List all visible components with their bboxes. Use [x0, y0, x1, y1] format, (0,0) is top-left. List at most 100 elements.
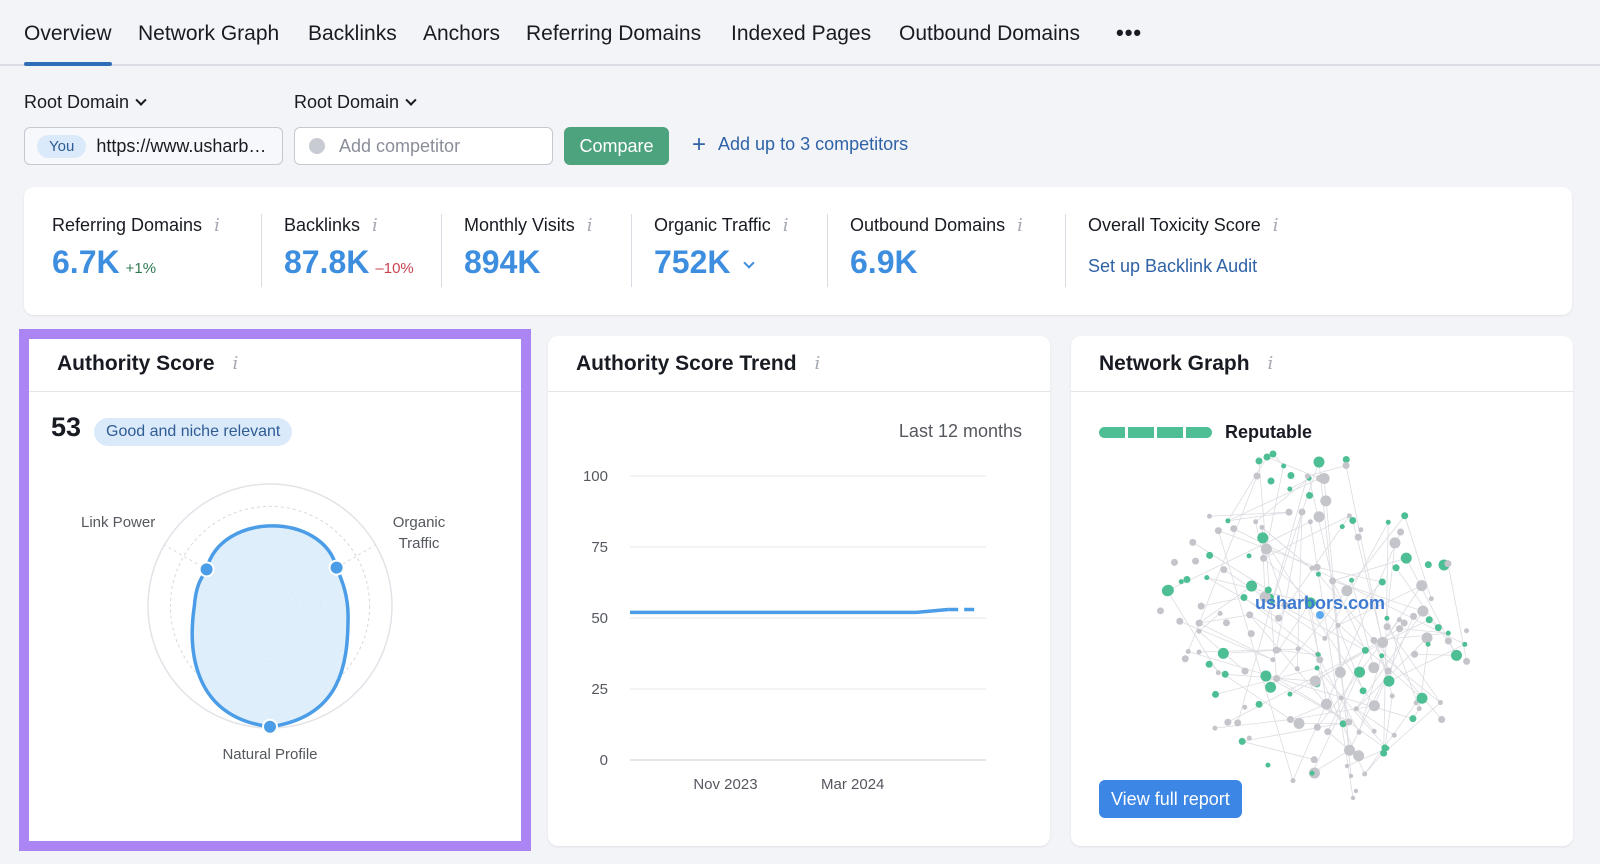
tab-backlinks[interactable]: Backlinks — [308, 22, 397, 46]
graph-edge — [1384, 695, 1393, 748]
graph-node-reputable — [1178, 579, 1184, 585]
graph-node — [1313, 723, 1321, 731]
chevron-down-icon[interactable] — [742, 257, 755, 269]
info-icon[interactable]: i — [587, 215, 593, 236]
y-tick-label: 50 — [591, 610, 608, 627]
graph-node — [1313, 563, 1321, 571]
network-graph[interactable]: usharbors.com — [1071, 336, 1573, 846]
graph-node — [1286, 715, 1294, 723]
graph-node-reputable — [1359, 687, 1367, 695]
graph-node — [1189, 538, 1197, 546]
graph-node-reputable — [1424, 561, 1432, 569]
competitor-scope-dropdown[interactable]: Root Domain — [294, 92, 417, 113]
radar-point-natural-profile[interactable] — [262, 718, 278, 735]
graph-node-reputable — [1450, 649, 1462, 661]
graph-node — [1253, 472, 1261, 480]
tab-referring-domains[interactable]: Referring Domains — [526, 22, 701, 46]
graph-node — [1463, 628, 1469, 634]
graph-node — [1444, 637, 1452, 645]
metric-label: Overall Toxicity Score — [1088, 215, 1261, 235]
graph-node — [1370, 636, 1378, 644]
info-icon[interactable]: i — [1273, 215, 1279, 236]
graph-node — [1260, 554, 1268, 562]
graph-node — [1170, 558, 1178, 566]
metric-referring-domains: Referring Domains i 6.7K +1% — [52, 215, 220, 281]
graph-node — [1438, 716, 1446, 724]
metric-value[interactable]: 87.8K — [284, 244, 369, 281]
view-full-report-button[interactable]: View full report — [1099, 780, 1242, 818]
graph-node — [1242, 704, 1248, 710]
graph-node — [1391, 732, 1397, 738]
graph-node — [1260, 543, 1272, 555]
you-scope-dropdown[interactable]: Root Domain — [24, 92, 147, 113]
tab-network-graph[interactable]: Network Graph — [138, 22, 279, 46]
graph-node — [1259, 524, 1265, 530]
graph-node — [1290, 778, 1296, 784]
graph-node — [1215, 670, 1221, 676]
graph-node — [1353, 706, 1359, 712]
graph-edge — [1364, 702, 1417, 775]
graph-node — [1192, 557, 1200, 565]
graph-node — [1389, 693, 1395, 699]
graph-edge — [1383, 702, 1441, 754]
graph-edge — [1167, 590, 1219, 673]
info-icon[interactable]: i — [783, 215, 789, 236]
graph-node — [1338, 695, 1344, 701]
graph-node — [1437, 700, 1443, 706]
add-competitors-link[interactable]: + Add up to 3 competitors — [692, 132, 908, 156]
graph-node-reputable — [1206, 551, 1214, 559]
graph-node — [1411, 650, 1419, 658]
radar-point-organic-traffic[interactable] — [328, 559, 345, 576]
graph-node — [1295, 646, 1301, 652]
radar-axis-label-link-power: Link Power — [81, 514, 155, 531]
tab-indexed-pages[interactable]: Indexed Pages — [731, 22, 871, 46]
graph-node — [1234, 719, 1242, 727]
graph-node — [1348, 773, 1354, 779]
graph-node — [1293, 717, 1305, 729]
graph-node — [1310, 756, 1318, 764]
metric-value[interactable]: 6.9K — [850, 244, 918, 281]
setup-backlink-audit-link[interactable]: Set up Backlink Audit — [1088, 256, 1279, 277]
competitor-field[interactable] — [294, 127, 553, 165]
graph-node — [1397, 528, 1405, 536]
graph-node-reputable — [1246, 553, 1252, 559]
info-icon[interactable]: i — [1017, 215, 1023, 236]
radar-point-link-power[interactable] — [198, 561, 215, 578]
graph-node-reputable — [1409, 715, 1417, 723]
graph-node-reputable — [1378, 578, 1386, 586]
graph-node — [1353, 750, 1365, 762]
you-domain-field[interactable]: You https://www.usharbors.com/ — [24, 127, 283, 165]
metrics-card: Referring Domains i 6.7K +1% Backlinks i 87… — [24, 187, 1572, 315]
tab-anchors[interactable]: Anchors — [423, 22, 500, 46]
graph-node — [1197, 602, 1205, 610]
graph-node-reputable — [1260, 670, 1272, 682]
graph-node-reputable — [1434, 624, 1442, 632]
y-tick-label: 0 — [600, 752, 608, 769]
graph-node — [1358, 527, 1364, 533]
graph-edge — [1414, 653, 1457, 656]
info-icon[interactable]: i — [233, 353, 239, 374]
tab-overview[interactable]: Overview — [24, 22, 112, 66]
graph-node — [1185, 648, 1191, 654]
graph-node — [1335, 622, 1341, 628]
metric-value[interactable]: 752K — [654, 244, 731, 281]
graph-node-reputable — [1267, 477, 1275, 485]
graph-node — [1410, 612, 1418, 620]
graph-node — [1362, 771, 1368, 777]
graph-node-reputable — [1212, 690, 1220, 698]
graph-node-reputable — [1257, 532, 1269, 544]
info-icon[interactable]: i — [214, 215, 220, 236]
compare-button[interactable]: Compare — [564, 127, 669, 165]
you-url[interactable]: https://www.usharbors.com/ — [96, 136, 271, 157]
info-icon[interactable]: i — [372, 215, 378, 236]
metric-value[interactable]: 6.7K — [52, 244, 120, 281]
graph-node — [1222, 619, 1230, 627]
metric-value[interactable]: 894K — [464, 244, 541, 281]
more-tabs-icon[interactable]: ••• — [1116, 20, 1142, 46]
graph-node — [1304, 473, 1310, 479]
graph-node — [1217, 610, 1223, 616]
tab-outbound-domains[interactable]: Outbound Domains — [899, 22, 1080, 46]
graph-edge — [1242, 740, 1315, 761]
divider — [827, 214, 828, 287]
add-competitor-input[interactable] — [339, 135, 539, 157]
